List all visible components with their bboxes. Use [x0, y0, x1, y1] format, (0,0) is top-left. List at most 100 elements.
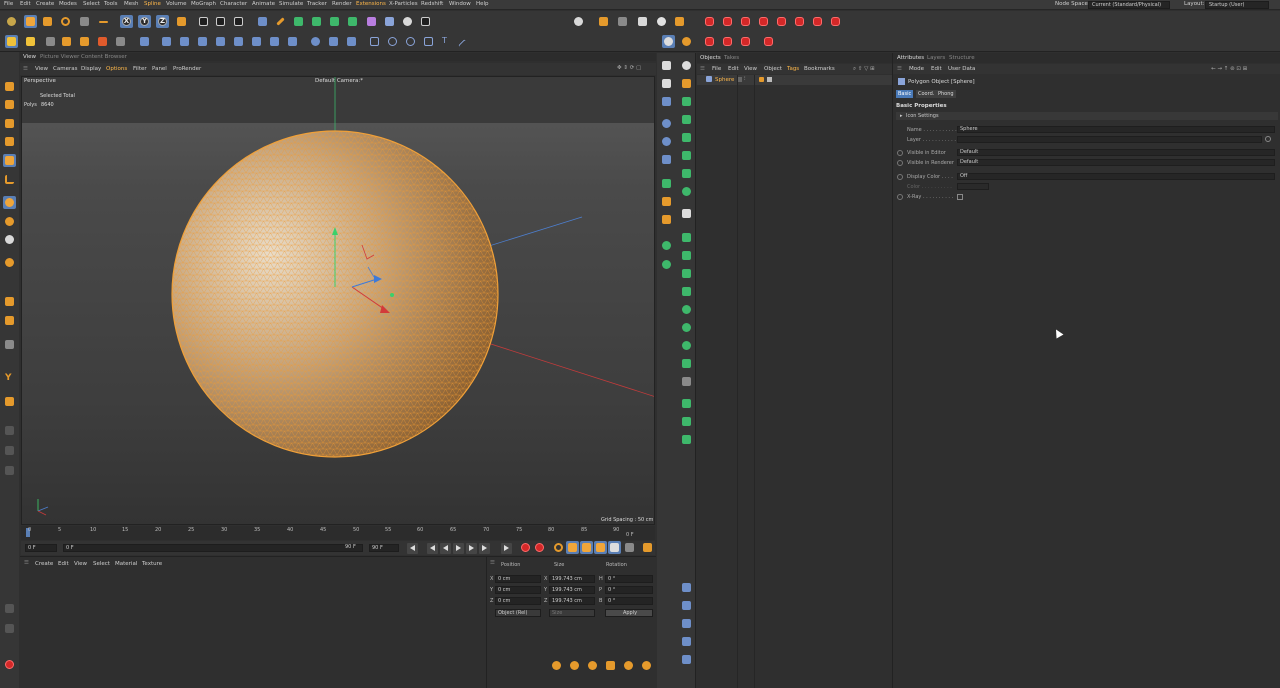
prev-frame-button[interactable] [440, 543, 451, 554]
redshift-light-icon[interactable] [655, 15, 668, 28]
prev-key-button[interactable] [427, 543, 438, 554]
bevel-icon[interactable] [286, 35, 299, 48]
bottom-tool-5-icon[interactable] [622, 659, 635, 672]
extrude-icon[interactable] [268, 35, 281, 48]
menu-mograph[interactable]: MoGraph [191, 1, 216, 7]
xp-blue4-icon[interactable] [680, 635, 693, 648]
redshift-asset-icon[interactable] [673, 15, 686, 28]
light-icon[interactable] [401, 15, 414, 28]
line-spline-icon[interactable] [458, 35, 471, 52]
key-pla-icon[interactable] [623, 541, 636, 554]
model-mode-icon[interactable] [5, 35, 18, 48]
rotate-tool-icon[interactable] [59, 15, 72, 28]
layer-picker-icon[interactable] [1265, 136, 1271, 142]
menu-spline[interactable]: Spline [144, 1, 161, 7]
viewport-menu-view[interactable]: View [35, 66, 48, 72]
tab-picture-viewer[interactable]: Picture Viewer [40, 54, 79, 60]
bottom-tool-3-icon[interactable] [586, 659, 599, 672]
object-row-sphere[interactable]: Sphere ⁝ [697, 75, 892, 85]
menu-mesh[interactable]: Mesh [124, 1, 138, 7]
floor-icon[interactable] [365, 15, 378, 28]
menu-character[interactable]: Character [220, 1, 247, 7]
render-settings-icon[interactable] [232, 15, 245, 28]
workplane-icon[interactable] [44, 35, 57, 48]
lock-icon[interactable] [3, 256, 16, 269]
cloner-icon[interactable] [310, 15, 323, 28]
ellipse-spline-icon[interactable] [404, 35, 417, 48]
phong-tag-icon[interactable] [759, 77, 764, 82]
xp-green8-icon[interactable] [680, 249, 693, 262]
viewport-menu-display[interactable]: Display [81, 66, 101, 72]
play-button[interactable] [453, 543, 464, 554]
menu-x-particles[interactable]: X-Particles [389, 1, 418, 7]
menu-animate[interactable]: Animate [252, 1, 275, 7]
circle-spline-icon[interactable] [386, 35, 399, 48]
menu-extensions[interactable]: Extensions [356, 1, 386, 7]
end-frame-field[interactable]: 90 F [369, 544, 399, 552]
pos-z-field[interactable]: 0 cm [495, 597, 541, 605]
material-menu-create[interactable]: Create [35, 561, 53, 567]
z-axis-icon[interactable]: Z [156, 15, 169, 28]
record-icon[interactable] [3, 658, 16, 671]
viewport-menu-cameras[interactable]: Cameras [53, 66, 77, 72]
xp-action-icon[interactable] [775, 15, 788, 28]
size-z-field[interactable]: 199.743 cm [549, 597, 595, 605]
tab-content-browser[interactable]: Content Browser [81, 54, 127, 60]
material-menu-material[interactable]: Material [115, 561, 137, 567]
bottom-tool-2-icon[interactable] [568, 659, 581, 672]
min-frame-field[interactable]: 0 F [63, 544, 363, 552]
name-field[interactable]: Sphere [957, 126, 1275, 133]
redshift-s2-icon[interactable] [680, 35, 693, 48]
key-param-icon[interactable] [608, 541, 621, 554]
object-menu-icon[interactable]: ☰ [700, 66, 705, 72]
xp-blue3-icon[interactable] [680, 617, 693, 630]
xp-tool-2-icon[interactable] [721, 35, 734, 48]
coords-size-select[interactable]: Size [549, 609, 595, 617]
viewport-menu-icon[interactable]: ☰ [23, 66, 28, 72]
key-scale-icon[interactable] [580, 541, 593, 554]
xp-fluid-icon[interactable] [660, 153, 673, 166]
xp-green1-icon[interactable] [680, 95, 693, 108]
y-axis-icon[interactable]: Y [138, 15, 151, 28]
viewport-menu-panel[interactable]: Panel [152, 66, 167, 72]
object-menu-bookmarks[interactable]: Bookmarks [804, 66, 835, 72]
uv-mode-icon[interactable] [214, 35, 227, 48]
material-menu-texture[interactable]: Texture [142, 561, 162, 567]
xp-group-icon[interactable] [660, 239, 673, 252]
timeline-ruler[interactable]: 0 5 10 15 20 25 30 35 40 45 50 55 60 65 … [21, 526, 655, 540]
rot-b-field[interactable]: 0 ° [605, 597, 653, 605]
pen-icon[interactable] [274, 15, 287, 28]
grid3-icon[interactable] [3, 464, 16, 477]
rot-p-field[interactable]: 0 ° [605, 586, 653, 594]
viewport-menu-options[interactable]: Options [106, 66, 127, 72]
undo-icon[interactable] [5, 15, 18, 28]
attribute-menu-mode[interactable]: Mode [909, 66, 924, 72]
cone-primitive-icon[interactable] [327, 35, 340, 48]
rot-h-field[interactable]: 0 ° [605, 575, 653, 583]
key-rotation-icon[interactable] [594, 541, 607, 554]
visible-renderer-select[interactable]: Default [957, 159, 1275, 166]
brush-icon[interactable] [3, 295, 16, 308]
y-axis-lock-icon[interactable]: Y [3, 372, 16, 385]
menu-select[interactable]: Select [83, 1, 100, 7]
scroll2-icon[interactable] [3, 622, 16, 635]
subdivision-icon[interactable] [292, 15, 305, 28]
menu-redshift[interactable]: Redshift [421, 1, 443, 7]
object-mode-icon[interactable] [3, 98, 16, 111]
menu-create[interactable]: Create [36, 1, 54, 7]
bottom-tool-6-icon[interactable] [640, 659, 653, 672]
tweak-mode-icon[interactable] [114, 35, 127, 48]
deformer-icon[interactable] [328, 15, 341, 28]
xp-blue5-icon[interactable] [680, 653, 693, 666]
xp-collider-icon[interactable] [793, 15, 806, 28]
axis-mode-icon[interactable] [60, 35, 73, 48]
knife-icon[interactable] [232, 35, 245, 48]
next-frame-button[interactable] [466, 543, 477, 554]
bottom-tool-4-icon[interactable] [604, 659, 617, 672]
xp-green11-icon[interactable] [680, 303, 693, 316]
quantize-icon[interactable] [3, 233, 16, 246]
xp-generator-icon[interactable] [721, 15, 734, 28]
xp-emit-icon[interactable] [660, 59, 673, 72]
xp-tool-3-icon[interactable] [739, 35, 752, 48]
object-name[interactable]: Sphere [715, 77, 734, 83]
